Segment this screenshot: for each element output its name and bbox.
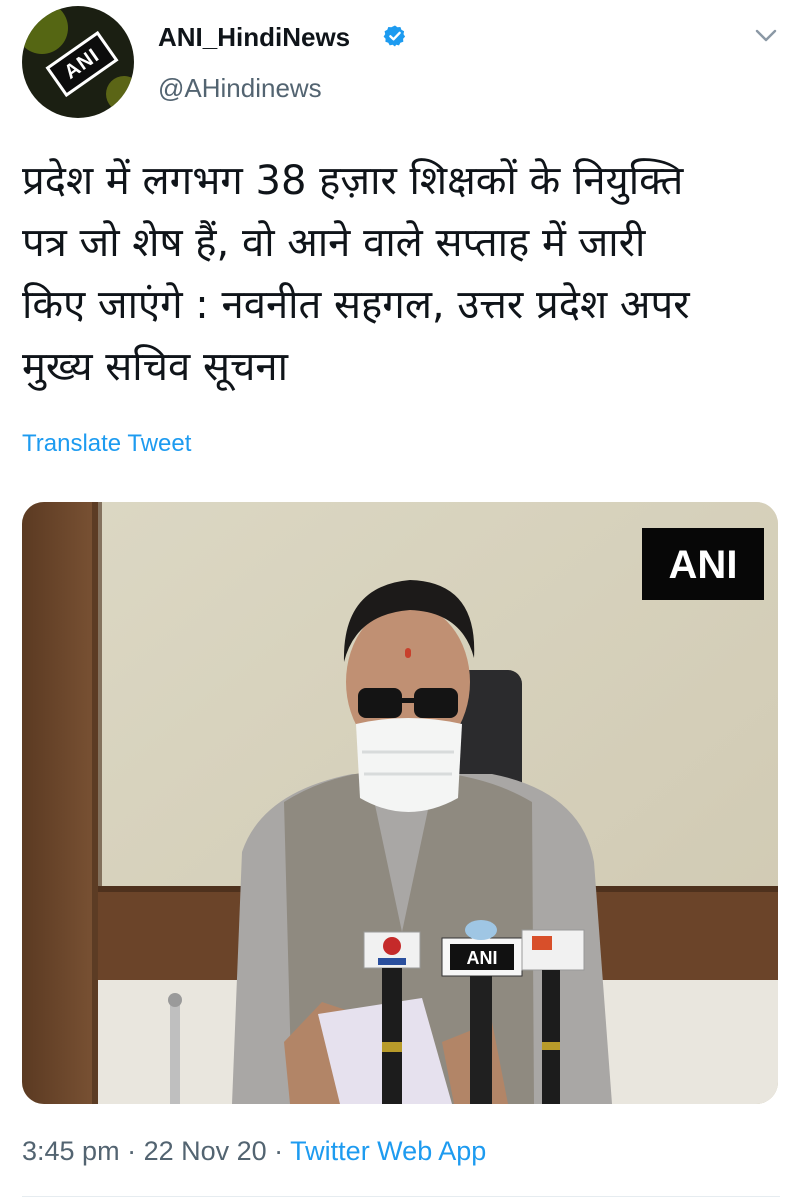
- tweet-text-line: प्रदेश में लगभग 38 हज़ार शिक्षकों के निय…: [22, 158, 684, 204]
- display-name[interactable]: ANI_HindiNews: [158, 22, 350, 53]
- meta-separator: ·: [119, 1136, 144, 1166]
- tweet-text-line: पत्र जो शेष हैं, वो आने वाले सप्ताह में …: [22, 220, 646, 266]
- svg-text:ANI: ANI: [467, 948, 498, 968]
- avatar-background-accent: [106, 76, 134, 112]
- tweet-time[interactable]: 3:45 pm: [22, 1136, 120, 1166]
- avatar-background: [22, 6, 68, 54]
- tweet-text: प्रदेश में लगभग 38 हज़ार शिक्षकों के निय…: [22, 150, 782, 398]
- tweet-metadata: 3:45 pm · 22 Nov 20 · Twitter Web App: [22, 1136, 486, 1167]
- translate-tweet-link[interactable]: Translate Tweet: [22, 430, 191, 458]
- tweet-text-line: मुख्य सचिव सूचना: [22, 344, 288, 390]
- meta-separator: ·: [266, 1136, 291, 1166]
- tweet-text-line: किए जाएंगे : नवनीत सहगल, उत्तर प्रदेश अप…: [22, 282, 690, 328]
- tweet-media-image[interactable]: ANI ANI: [22, 502, 778, 1104]
- tweet-date[interactable]: 22 Nov 20: [144, 1136, 267, 1166]
- divider: [22, 1196, 780, 1197]
- user-handle[interactable]: @AHindinews: [158, 73, 322, 104]
- ani-watermark: ANI: [669, 543, 738, 587]
- verified-badge-icon: [383, 25, 406, 47]
- source-app-link[interactable]: Twitter Web App: [290, 1136, 486, 1166]
- chevron-down-icon[interactable]: [752, 26, 780, 46]
- avatar[interactable]: ANI: [22, 6, 134, 118]
- press-conference-photo: ANI ANI: [22, 502, 778, 1104]
